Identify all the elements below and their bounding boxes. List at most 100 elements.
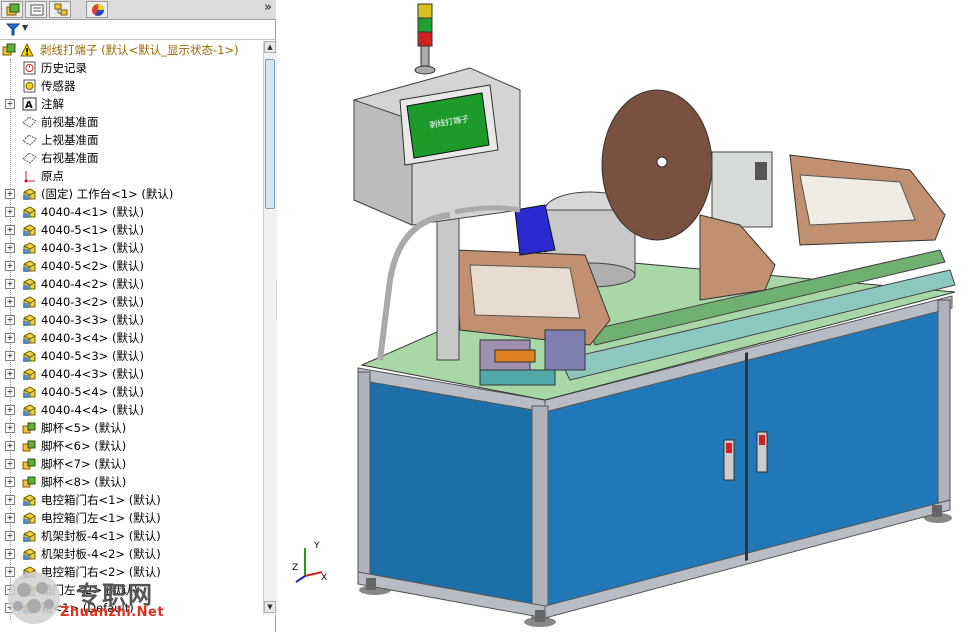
expand-toggle[interactable]: + [5,189,15,199]
tree-item-label: 传感器 [41,79,76,93]
tree-item[interactable]: +4040-3<4> (默认) [0,329,262,347]
tree-item[interactable]: +4040-4<4> (默认) [0,401,262,419]
watermark-globe-icon [8,572,60,624]
tree-item[interactable]: + A 注解 [0,95,262,113]
tree-item[interactable]: +4040-4<3> (默认) [0,365,262,383]
expand-toggle[interactable]: + [5,495,15,505]
expand-toggle[interactable]: + [5,279,15,289]
annotation-icon: A [22,97,37,111]
tree-item-label: 4040-5<3> (默认) [41,349,144,363]
assembly-icon [2,43,16,56]
tree-item[interactable]: +4040-3<3> (默认) [0,311,262,329]
expand-toggle[interactable]: + [5,369,15,379]
tree-item[interactable]: +4040-3<1> (默认) [0,239,262,257]
tree-item[interactable]: + (固定) 工作台<1> (默认) [0,185,262,203]
part-icon [23,368,36,380]
part-icon [23,278,36,290]
tree-item[interactable]: + 机架封板-4<1> (默认) [0,527,262,545]
plane-icon [22,116,37,128]
tree-item[interactable]: 前视基准面 [0,113,262,131]
tree-item-label: 4040-4<1> (默认) [41,205,144,219]
tree-item-label: 脚杯<7> (默认) [41,457,127,471]
expand-toggle[interactable]: + [5,531,15,541]
origin-icon [24,171,35,183]
tree-item-label: 机架封板-4<1> (默认) [41,529,161,543]
filter-dropdown-arrow[interactable]: ▼ [22,23,28,32]
plane-icon [22,134,37,146]
tree-item[interactable]: +4040-5<1> (默认) [0,221,262,239]
expand-toggle[interactable]: + [5,513,15,523]
expand-toggle[interactable]: + [5,405,15,415]
sensor-icon [23,79,36,93]
part-icon [23,242,36,254]
expand-toggle[interactable]: + [5,387,15,397]
tree-item[interactable]: +4040-3<2> (默认) [0,293,262,311]
expand-toggle[interactable]: + [5,549,15,559]
tree-item-label: 4040-3<4> (默认) [41,331,144,345]
tree-item[interactable]: +4040-4<1> (默认) [0,203,262,221]
tree-item[interactable]: +4040-5<4> (默认) [0,383,262,401]
history-icon [23,61,36,75]
expand-toggle[interactable]: + [5,297,15,307]
tree-item[interactable]: + 电控箱门左<1> (默认) [0,509,262,527]
expand-toggle[interactable]: + [5,243,15,253]
part-icon [23,494,36,506]
tree-item[interactable]: 上视基准面 [0,131,262,149]
property-manager-tab[interactable] [25,1,47,18]
expand-toggle[interactable]: + [5,477,15,487]
tree-item[interactable]: +4040-4<2> (默认) [0,275,262,293]
expand-toggle[interactable]: + [5,423,15,433]
part-icon [23,206,36,218]
tree-item[interactable]: 原点 [0,167,262,185]
expand-toggle[interactable]: + [5,441,15,451]
scroll-thumb[interactable] [265,59,275,209]
tree-item[interactable]: + 脚杯<8> (默认) [0,473,262,491]
tree-item[interactable]: 传感器 [0,77,262,95]
part-icon [23,332,36,344]
tree-item-label: 4040-3<3> (默认) [41,313,144,327]
tree-item[interactable]: + 脚杯<6> (默认) [0,437,262,455]
tree-scrollbar[interactable]: ▲ ▼ [263,41,277,615]
tree-item[interactable]: + 脚杯<5> (默认) [0,419,262,437]
tree-item-label: 4040-3<2> (默认) [41,295,144,309]
panel-tab-bar: » [0,0,276,20]
expand-toggle[interactable]: + [5,315,15,325]
tree-item[interactable]: + 电控箱门右<1> (默认) [0,491,262,509]
tree-item-label: 上视基准面 [41,133,99,147]
tree-item-label: 右视基准面 [41,151,99,165]
expand-toggle[interactable]: + [5,459,15,469]
tree-item[interactable]: 历史记录 [0,59,262,77]
expand-toggle[interactable]: + [5,333,15,343]
expand-toggle[interactable]: + [5,207,15,217]
filter-icon[interactable] [6,23,20,36]
warning-icon [20,43,34,57]
collapse-panel-button[interactable]: » [264,0,272,15]
feature-manager-tab[interactable] [1,1,23,18]
machine-3d-model: 剥线打端子 Y X Z [292,3,956,627]
tree-item[interactable]: +4040-5<3> (默认) [0,347,262,365]
part-icon [23,188,36,200]
part-icon [23,530,36,542]
tree-item[interactable]: + 脚杯<7> (默认) [0,455,262,473]
tree-root[interactable]: 剥线打端子 (默认<默认_显示状态-1>) [0,41,262,59]
scroll-up-button[interactable]: ▲ [264,41,276,53]
expand-toggle[interactable]: + [5,99,15,109]
subassembly-icon [22,458,36,470]
part-icon [23,296,36,308]
tree-item-label: 电控箱门右<1> (默认) [41,493,161,507]
appearance-icon [92,4,104,16]
subassembly-icon [22,476,36,488]
scroll-down-button[interactable]: ▼ [264,601,276,613]
configuration-manager-tab[interactable] [49,1,71,18]
appearance-tab[interactable] [86,1,108,18]
expand-toggle[interactable]: + [5,261,15,271]
expand-toggle[interactable]: + [5,351,15,361]
expand-toggle[interactable]: + [5,225,15,235]
tree-item-label: 4040-3<1> (默认) [41,241,144,255]
tree-item-label: 4040-4<3> (默认) [41,367,144,381]
tree-item[interactable]: 右视基准面 [0,149,262,167]
tree-item[interactable]: +4040-5<2> (默认) [0,257,262,275]
tree-item[interactable]: + 机架封板-4<2> (默认) [0,545,262,563]
graphics-viewport[interactable]: 剥线打端子 Y X Z [277,0,974,632]
tree-item-label: 电控箱门左<1> (默认) [41,511,161,525]
